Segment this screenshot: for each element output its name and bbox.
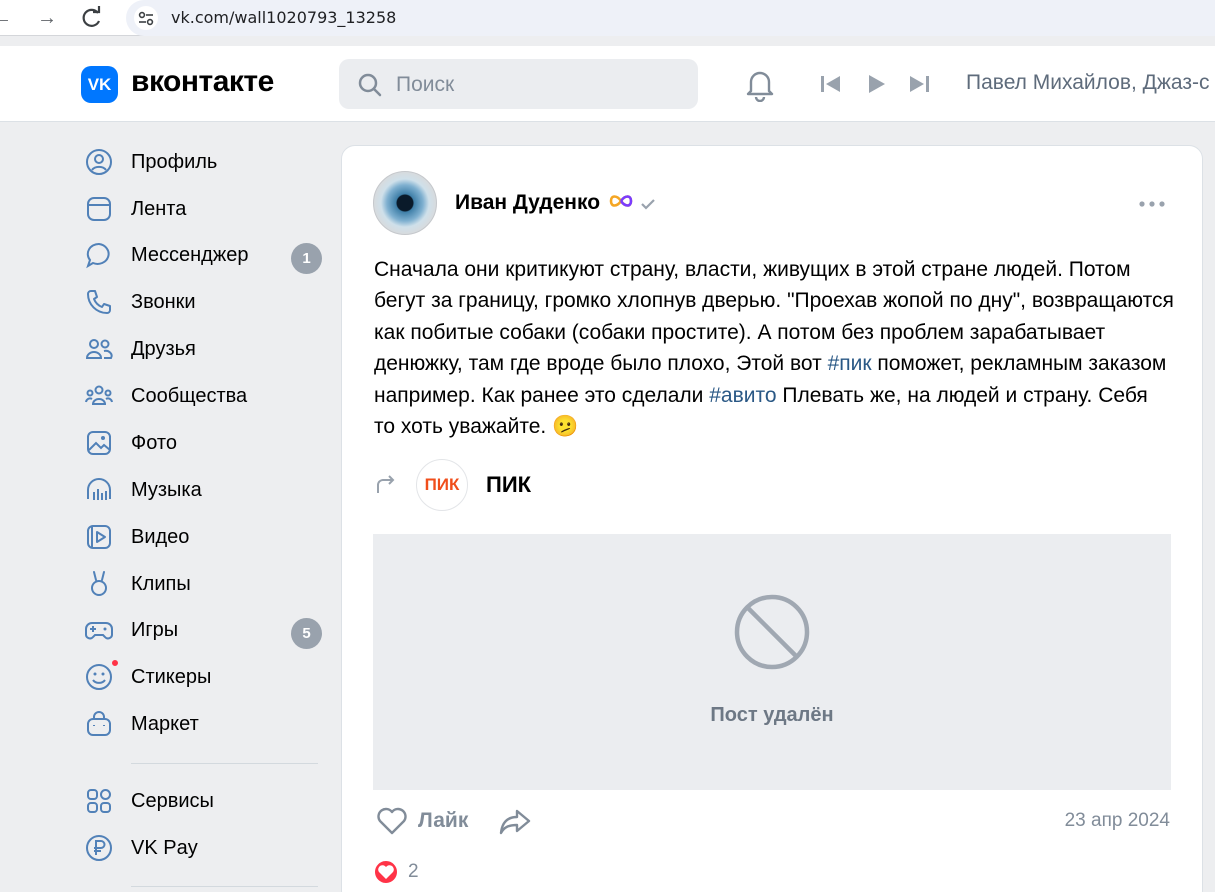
- sidebar-item-calls[interactable]: Звонки: [84, 283, 334, 323]
- sidebar-item-label: Игры: [131, 619, 179, 641]
- sidebar-item-label: Лента: [131, 198, 187, 220]
- author-avatar[interactable]: [373, 171, 437, 235]
- share-icon[interactable]: [498, 805, 532, 837]
- sidebar-item-label: VK Pay: [131, 837, 198, 859]
- logo-text[interactable]: вконтакте: [131, 65, 274, 99]
- sidebar-item-label: Сообщества: [131, 385, 248, 407]
- next-track-icon[interactable]: [905, 70, 933, 98]
- sidebar-item-profile[interactable]: Профиль: [84, 143, 334, 183]
- sidebar-item-clips[interactable]: Клипы: [84, 565, 334, 605]
- search-icon: [358, 73, 382, 97]
- sidebar-item-services[interactable]: Сервисы: [84, 782, 334, 822]
- sidebar-item-friends[interactable]: Друзья: [84, 330, 334, 370]
- message-icon: [86, 242, 110, 269]
- friends-icon: [85, 339, 113, 359]
- sidebar-item-label: Стикеры: [131, 666, 212, 688]
- sidebar-item-games[interactable]: Игры 5: [84, 611, 334, 651]
- sidebar-item-market[interactable]: Маркет: [84, 705, 334, 745]
- sidebar-item-messenger[interactable]: Мессенджер 1: [84, 236, 334, 276]
- reaction-count[interactable]: 2: [408, 861, 419, 883]
- url-text[interactable]: vk.com/wall1020793_13258: [171, 8, 396, 27]
- repost-source-name[interactable]: ПИК: [486, 472, 531, 498]
- infinity-badge-icon[interactable]: [607, 191, 635, 211]
- sidebar-item-vk-pay[interactable]: VK Pay: [84, 829, 334, 869]
- now-playing-track[interactable]: Павел Михайлов, Джаз-с: [966, 71, 1210, 95]
- sidebar-item-video[interactable]: Видео: [84, 518, 334, 558]
- sidebar-divider: [131, 763, 318, 764]
- games-badge: 5: [291, 618, 322, 649]
- sidebar-item-label: Клипы: [131, 573, 191, 595]
- music-icon: [87, 478, 111, 500]
- phone-icon: [87, 290, 111, 314]
- forward-icon[interactable]: →: [33, 4, 61, 32]
- clips-icon: [91, 571, 107, 596]
- sidebar-item-label: Маркет: [131, 713, 199, 735]
- vk-logo-icon[interactable]: VK: [81, 66, 118, 103]
- smile-icon: [86, 664, 112, 690]
- sidebar-item-label: Фото: [131, 432, 177, 454]
- user-circle-icon: [86, 149, 112, 175]
- play-icon[interactable]: [862, 70, 890, 98]
- heart-icon[interactable]: [375, 806, 409, 836]
- reaction-heart-icon[interactable]: [373, 859, 399, 885]
- prohibited-icon: [734, 594, 810, 670]
- sidebar-item-communities[interactable]: Сообщества: [84, 377, 334, 417]
- sidebar-item-music[interactable]: Музыка: [84, 471, 334, 511]
- bell-icon[interactable]: [742, 66, 778, 102]
- site-settings-icon[interactable]: [134, 6, 158, 30]
- post-author-name[interactable]: Иван Дуденко: [455, 191, 600, 215]
- new-indicator-dot: [110, 658, 120, 668]
- pik-logo[interactable]: ПИК: [416, 459, 468, 511]
- search-input[interactable]: Поиск: [339, 59, 698, 109]
- reload-icon[interactable]: [78, 4, 106, 32]
- bag-icon: [87, 711, 111, 736]
- post-text: Сначала они критикуют страну, власти, жи…: [374, 254, 1174, 442]
- post-card: Иван Дуденко Сначала они критикуют стран…: [341, 145, 1203, 892]
- address-bar[interactable]: vk.com/wall1020793_13258: [126, 0, 1215, 36]
- feed-icon: [87, 197, 111, 221]
- hashtag-link[interactable]: #авито: [709, 384, 776, 407]
- sidebar-item-label: Видео: [131, 526, 190, 548]
- like-button[interactable]: Лайк: [418, 809, 468, 833]
- sidebar-item-label: Друзья: [131, 338, 196, 360]
- browser-toolbar: ← → vk.com/wall1020793_13258: [0, 0, 1215, 36]
- more-options-icon[interactable]: [1138, 199, 1166, 209]
- services-icon: [87, 789, 111, 813]
- video-icon: [87, 525, 111, 549]
- hashtag-link[interactable]: #пик: [828, 352, 872, 375]
- repost-icon: [377, 475, 395, 493]
- verified-check-icon: [641, 199, 655, 210]
- back-icon[interactable]: ←: [0, 4, 16, 32]
- deleted-post-placeholder: Пост удалён: [373, 534, 1171, 790]
- sidebar-item-photos[interactable]: Фото: [84, 424, 334, 464]
- sidebar-item-label: Звонки: [131, 291, 196, 313]
- sidebar-item-label: Музыка: [131, 479, 202, 501]
- sidebar-divider: [131, 886, 318, 887]
- photo-icon: [87, 431, 111, 455]
- communities-icon: [85, 385, 113, 405]
- sidebar-item-feed[interactable]: Лента: [84, 190, 334, 230]
- ruble-icon: [86, 835, 112, 861]
- sidebar-item-label: Мессенджер: [131, 244, 249, 266]
- site-header: VK вконтакте Поиск Павел Михайлов, Джаз-…: [0, 46, 1215, 122]
- deleted-post-text: Пост удалён: [710, 704, 834, 726]
- gamepad-icon: [85, 622, 113, 640]
- sidebar-item-label: Сервисы: [131, 790, 214, 812]
- messenger-badge: 1: [291, 243, 322, 274]
- sidebar-item-stickers[interactable]: Стикеры: [84, 658, 334, 698]
- post-date[interactable]: 23 апр 2024: [1058, 810, 1170, 832]
- search-placeholder: Поиск: [396, 73, 455, 96]
- previous-track-icon[interactable]: [817, 70, 845, 98]
- sidebar-item-label: Профиль: [131, 151, 218, 173]
